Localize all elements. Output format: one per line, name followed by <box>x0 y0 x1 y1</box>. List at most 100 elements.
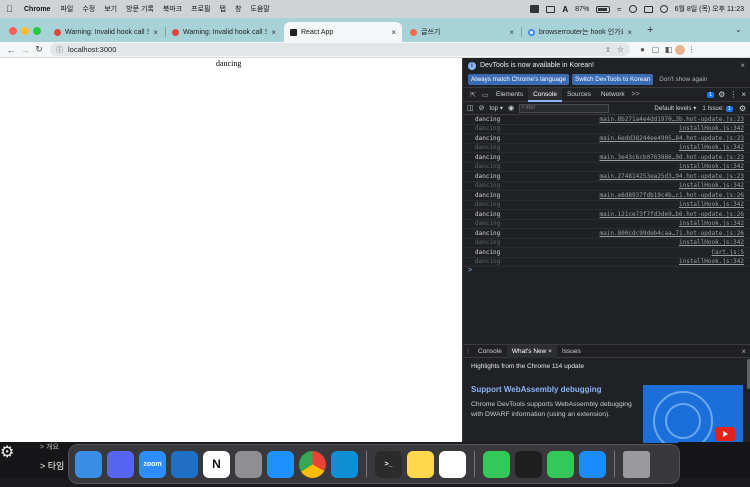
settings-gear-icon[interactable]: ⚙ <box>718 90 725 99</box>
tab-close-icon[interactable]: × <box>153 28 158 37</box>
devtools-menu-icon[interactable]: ⋮ <box>729 90 737 99</box>
tab-close-icon[interactable]: × <box>627 28 632 37</box>
chrome-menu-icon[interactable]: ⋮ <box>685 45 698 54</box>
dock-trash-icon[interactable] <box>623 450 650 478</box>
drawer-tab-whats-new[interactable]: What's New × <box>506 344 557 358</box>
display-icon[interactable] <box>546 5 556 13</box>
dock-system-settings-icon[interactable] <box>235 450 262 478</box>
dock-discord-icon[interactable] <box>107 450 134 478</box>
menu-file[interactable]: 파일 <box>60 4 73 14</box>
console-log-source-link[interactable]: installHook.js:342 <box>679 144 744 151</box>
browser-tab-4[interactable]: 글쓰기 × <box>404 22 520 42</box>
browser-tab-5[interactable]: browserrouter는 hook 인가요? - × <box>522 22 638 42</box>
site-info-icon[interactable]: ⓘ <box>56 45 63 55</box>
sidebar-toggle-icon[interactable]: ◫ <box>467 104 474 112</box>
dock-safari-icon[interactable] <box>579 450 606 478</box>
dock-app-store-icon[interactable] <box>267 450 294 478</box>
dock-notion-icon[interactable]: N <box>203 450 230 478</box>
tab-close-icon[interactable]: × <box>509 28 514 37</box>
menu-view[interactable]: 보기 <box>104 4 117 14</box>
dock-notes-icon[interactable] <box>407 450 434 478</box>
browser-tab-3-active[interactable]: React App × <box>284 22 402 42</box>
console-log-source-link[interactable]: installHook.js:342 <box>679 220 744 227</box>
context-selector[interactable]: top ▾ <box>490 105 503 112</box>
menu-bookmarks[interactable]: 북마크 <box>163 4 182 14</box>
siri-icon[interactable] <box>659 5 668 13</box>
whats-new-card-title[interactable]: Support WebAssembly debugging <box>471 385 641 394</box>
console-log-source-link[interactable]: installHook.js:342 <box>679 125 744 132</box>
tab-close-icon[interactable]: × <box>391 28 396 37</box>
search-icon[interactable] <box>628 5 637 13</box>
clear-console-icon[interactable]: ⊘ <box>479 104 485 112</box>
window-zoom-icon[interactable] <box>33 27 41 35</box>
whats-new-video-thumbnail[interactable] <box>643 385 743 443</box>
dock-tasks-icon[interactable] <box>439 450 466 478</box>
console-log-source-link[interactable]: Cart.js:5 <box>711 249 744 256</box>
console-log-source-link[interactable]: installHook.js:342 <box>679 201 744 208</box>
extensions-puzzle-icon[interactable]: ▢ <box>649 45 662 54</box>
menubar-app-name[interactable]: Chrome <box>24 6 50 13</box>
keyboard-input-icon[interactable]: A <box>562 5 568 14</box>
console-log-source-link[interactable]: main.274814253ea25d3…94.hot-update.js:23 <box>600 173 745 180</box>
tab-console[interactable]: Console <box>528 87 562 102</box>
console-settings-gear-icon[interactable]: ⚙ <box>739 104 746 113</box>
issues-button[interactable]: 1 Issue: 1 <box>702 105 733 112</box>
new-tab-icon[interactable]: + <box>647 24 653 36</box>
drawer-tab-issues[interactable]: Issues <box>557 345 586 358</box>
console-log-source-link[interactable]: installHook.js:342 <box>679 163 744 170</box>
drawer-close-icon[interactable]: × <box>741 347 750 356</box>
console-log-source-link[interactable]: main.3e43c6cb0763886…9d.hot-update.js:23 <box>600 154 745 161</box>
log-levels-dropdown[interactable]: Default levels ▾ <box>654 105 696 112</box>
device-toolbar-icon[interactable]: ▭ <box>479 91 491 99</box>
dock-finder-icon[interactable] <box>75 450 102 478</box>
apple-menu-icon[interactable]:  <box>6 4 16 14</box>
tab-close-icon[interactable]: × <box>271 28 276 37</box>
tab-search-icon[interactable]: ⌄ <box>735 25 742 34</box>
address-bar[interactable]: ⓘ localhost:3000 ⇧ ☆ <box>50 43 630 56</box>
console-prompt[interactable]: > <box>463 267 750 277</box>
browser-tab-1[interactable]: Warning: Invalid hook call 오류 × <box>48 22 164 42</box>
console-log-area[interactable]: dancing main.8b271a4e4dd1970…3b.hot-updat… <box>463 115 750 345</box>
notice-close-icon[interactable]: × <box>740 61 745 70</box>
console-log-source-link[interactable]: installHook.js:342 <box>679 239 744 246</box>
console-log-source-link[interactable]: main.121ce73f7fd3de9…b6.hot-update.js:26 <box>600 211 745 218</box>
share-icon[interactable]: ⇧ <box>605 46 611 54</box>
tab-network[interactable]: Network <box>596 88 630 102</box>
menu-profiles[interactable]: 프로필 <box>191 4 210 14</box>
switch-to-korean-button[interactable]: Switch DevTools to Korean <box>572 74 654 85</box>
live-expression-eye-icon[interactable]: ◉ <box>508 104 514 112</box>
dock-edge-icon[interactable] <box>331 450 358 478</box>
bookmark-star-icon[interactable]: ☆ <box>617 45 624 54</box>
control-center-icon[interactable] <box>643 5 653 13</box>
window-close-icon[interactable] <box>9 27 17 35</box>
console-log-source-link[interactable]: installHook.js:342 <box>679 258 744 265</box>
console-log-source-link[interactable]: installHook.js:342 <box>679 182 744 189</box>
inspect-element-icon[interactable]: ⇱ <box>467 91 479 99</box>
console-log-source-link[interactable]: main.8b271a4e4dd1970…3b.hot-update.js:23 <box>600 116 745 123</box>
menu-window[interactable]: 창 <box>235 4 241 14</box>
menu-help[interactable]: 도움말 <box>250 4 269 14</box>
menu-tab[interactable]: 탭 <box>220 4 226 14</box>
tab-close-icon[interactable]: × <box>548 348 552 355</box>
always-match-language-button[interactable]: Always match Chrome's language <box>468 74 570 85</box>
dock-terminal-icon[interactable]: >_ <box>375 450 402 478</box>
youtube-play-icon[interactable] <box>715 427 735 441</box>
menubar-clock[interactable]: 6월 8일 (목) 오후 11:23 <box>675 4 744 14</box>
side-panel-icon[interactable]: ◧ <box>662 45 675 54</box>
tab-sources[interactable]: Sources <box>562 88 596 102</box>
battery-icon[interactable] <box>596 5 611 13</box>
devtools-close-icon[interactable]: × <box>741 90 746 99</box>
console-log-source-link[interactable]: main.800cdc99deb4caa…71.hot-update.js:26 <box>600 230 745 237</box>
dock-messages-icon[interactable] <box>483 450 510 478</box>
menu-edit[interactable]: 수정 <box>82 4 95 14</box>
tab-elements[interactable]: Elements <box>491 88 528 102</box>
console-log-source-link[interactable]: main.6edd38244ee4905…84.hot-update.js:23 <box>600 135 745 142</box>
console-log-source-link[interactable]: main.e6d8937fdb19c4b…c1.hot-update.js:26 <box>600 192 745 199</box>
back-icon[interactable]: ← <box>4 45 18 55</box>
dock-vscode-icon[interactable] <box>171 450 198 478</box>
window-minimize-icon[interactable] <box>21 27 29 35</box>
status-app-icon[interactable] <box>530 5 540 13</box>
browser-tab-2[interactable]: Warning: Invalid hook call 오류 × <box>166 22 282 42</box>
dock-zoom-icon[interactable]: zoom <box>139 450 166 478</box>
wifi-icon[interactable]: ≈ <box>617 5 621 14</box>
